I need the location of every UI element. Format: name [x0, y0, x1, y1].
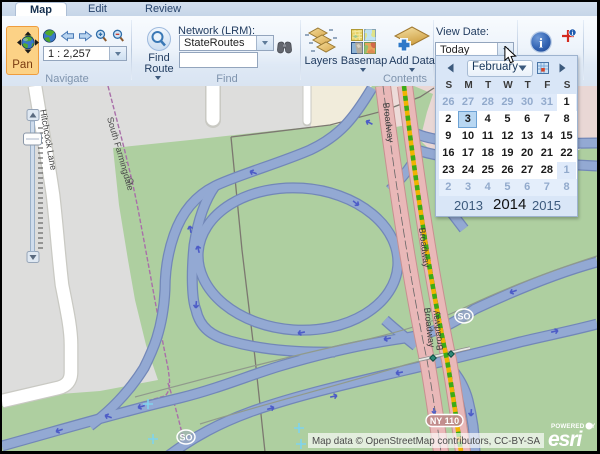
svg-text:i: i: [539, 36, 543, 52]
svg-text:Map data © OpenStreetMap contr: Map data © OpenStreetMap contributors, C…: [312, 435, 540, 447]
svg-text:esri: esri: [548, 428, 584, 451]
svg-text:SO: SO: [457, 312, 470, 322]
svg-text:NY 110: NY 110: [430, 416, 459, 426]
svg-text:SO: SO: [179, 433, 192, 443]
